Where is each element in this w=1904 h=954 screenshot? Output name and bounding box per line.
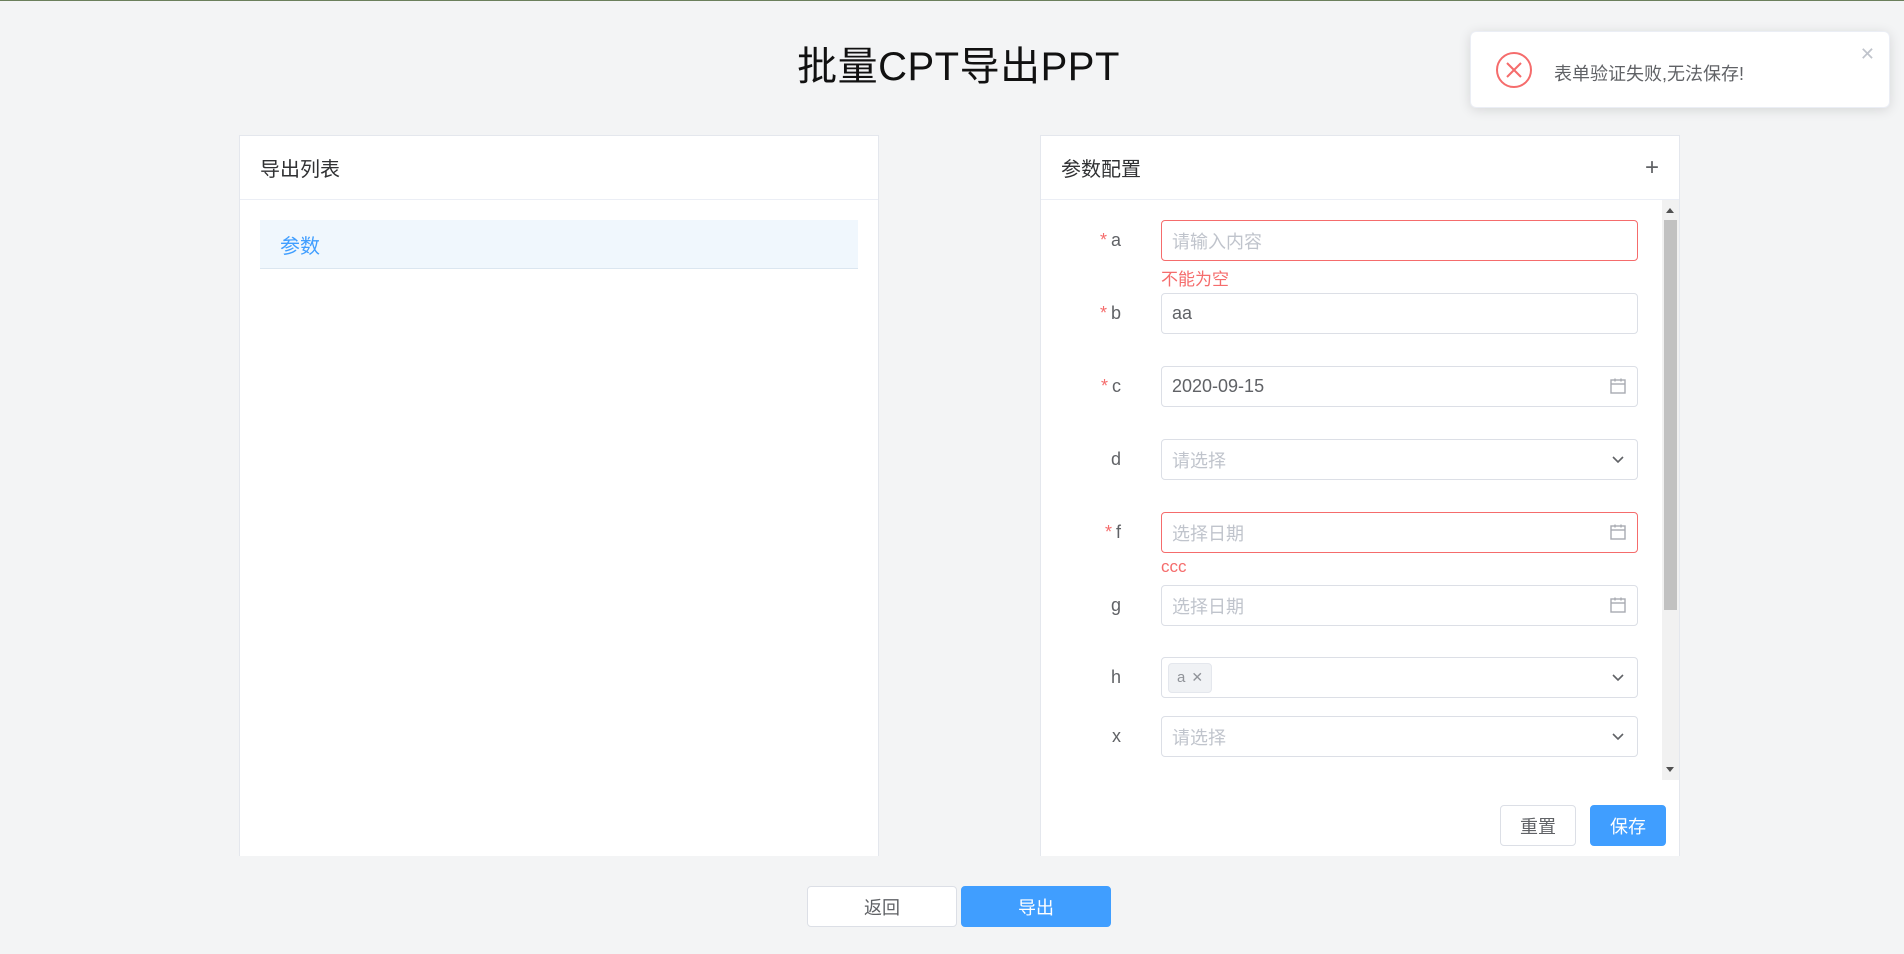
back-button[interactable]: 返回 [807, 886, 957, 927]
field-f-placeholder: 选择日期 [1172, 523, 1244, 544]
required-mark: * [1104, 522, 1112, 542]
field-label-b: * b [1099, 303, 1121, 323]
field-label-g: g [1110, 595, 1121, 615]
chevron-down-icon [1612, 733, 1624, 741]
field-label-a: * a [1099, 230, 1121, 250]
export-list-panel: 导出列表 参数 [239, 135, 879, 856]
param-config-panel: 参数配置 + * a 请输入内容 不能为空 * b aa * c 2020-09-15 [1040, 135, 1680, 856]
selected-tag: a ✕ [1168, 662, 1213, 693]
chevron-down-icon [1612, 456, 1624, 464]
field-f-error: ccc [1161, 557, 1187, 576]
scrollbar-thumb[interactable] [1664, 220, 1677, 610]
scroll-up-icon[interactable] [1666, 208, 1674, 213]
form-row-c: * c 2020-09-15 [1041, 366, 1679, 407]
close-icon[interactable]: ✕ [1860, 44, 1875, 65]
field-x-placeholder: 请选择 [1172, 727, 1226, 748]
form-row-h: h a ✕ [1041, 657, 1679, 698]
field-label-h: h [1110, 667, 1121, 687]
export-button[interactable]: 导出 [961, 886, 1111, 927]
error-toast: 表单验证失败,无法保存! ✕ [1470, 31, 1890, 108]
field-d-select[interactable]: 请选择 [1161, 439, 1638, 480]
required-mark: * [1099, 303, 1107, 323]
field-c-date-picker[interactable]: 2020-09-15 [1161, 366, 1638, 407]
list-item[interactable]: 参数 [260, 220, 858, 269]
field-label-d: d [1110, 449, 1121, 469]
calendar-icon [1610, 597, 1626, 613]
field-b-input[interactable]: aa [1161, 293, 1638, 334]
export-list: 参数 [240, 200, 878, 289]
field-label-c: * c [1100, 376, 1121, 396]
field-label-x: x [1112, 726, 1121, 746]
field-label-f: * f [1104, 522, 1121, 542]
calendar-icon [1610, 524, 1626, 540]
tag-label: a [1177, 669, 1186, 686]
field-b-value: aa [1172, 303, 1193, 323]
param-form: * a 请输入内容 不能为空 * b aa * c 2020-09-15 d 请选择 [1041, 200, 1679, 780]
form-row-x: x 请选择 [1041, 716, 1679, 757]
export-list-header: 导出列表 [240, 136, 878, 200]
plus-icon[interactable]: + [1645, 155, 1659, 180]
param-config-header: 参数配置 + [1041, 136, 1679, 200]
field-x-select[interactable]: 请选择 [1161, 716, 1638, 757]
export-list-title: 导出列表 [260, 159, 340, 181]
list-item-label: 参数 [280, 235, 320, 258]
field-a-error: 不能为空 [1161, 270, 1229, 289]
form-row-d: d 请选择 [1041, 439, 1679, 480]
calendar-icon [1610, 378, 1626, 394]
scroll-down-icon[interactable] [1666, 767, 1674, 772]
save-button[interactable]: 保存 [1590, 805, 1666, 846]
field-a-placeholder: 请输入内容 [1172, 231, 1262, 252]
field-d-placeholder: 请选择 [1172, 450, 1226, 471]
field-a-input[interactable]: 请输入内容 [1161, 220, 1638, 261]
reset-button[interactable]: 重置 [1500, 805, 1576, 846]
required-mark: * [1099, 230, 1107, 250]
chevron-down-icon [1612, 674, 1624, 682]
tag-close-icon[interactable]: ✕ [1191, 669, 1203, 686]
form-row-a: * a 请输入内容 不能为空 [1041, 220, 1679, 289]
toast-message: 表单验证失败,无法保存! [1554, 64, 1745, 84]
field-g-placeholder: 选择日期 [1172, 596, 1244, 617]
field-g-date-picker[interactable]: 选择日期 [1161, 585, 1638, 626]
field-f-date-picker[interactable]: 选择日期 [1161, 512, 1638, 553]
required-mark: * [1100, 376, 1108, 396]
param-config-title: 参数配置 [1061, 159, 1141, 181]
error-circle-icon [1496, 52, 1532, 88]
field-h-multiselect[interactable]: a ✕ [1161, 657, 1638, 698]
form-row-g: g 选择日期 [1041, 585, 1679, 626]
form-scrollbar[interactable] [1662, 200, 1679, 780]
field-c-value: 2020-09-15 [1172, 376, 1265, 396]
form-row-b: * b aa [1041, 293, 1679, 334]
form-row-f: * f 选择日期 ccc [1041, 512, 1679, 576]
